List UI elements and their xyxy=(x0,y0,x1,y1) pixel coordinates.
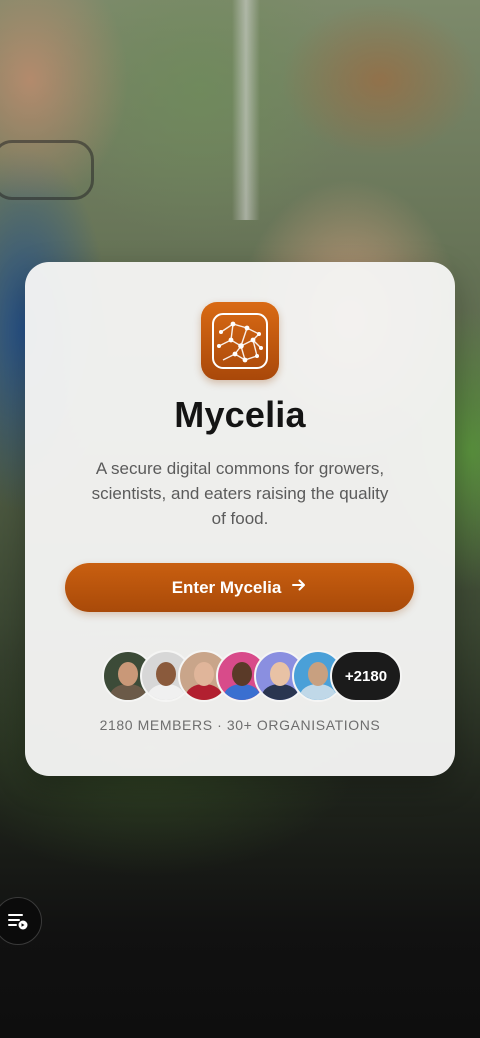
arrow-right-icon xyxy=(291,577,307,598)
app-tagline: A secure digital commons for growers, sc… xyxy=(91,459,389,528)
app-title: Mycelia xyxy=(174,394,306,435)
enter-button-label: Enter Mycelia xyxy=(171,577,282,597)
more-members-badge: +2180 xyxy=(330,650,402,702)
member-stats: 2180 MEMBERS · 30+ ORGANISATIONS xyxy=(99,717,381,733)
member-avatars: +2180 xyxy=(102,650,402,702)
enter-mycelia-button[interactable]: Enter Mycelia xyxy=(65,563,414,612)
mycelia-logo-icon xyxy=(201,302,279,380)
welcome-card: Mycelia A secure digital commons for gro… xyxy=(25,262,455,776)
playlist-icon xyxy=(8,914,28,930)
